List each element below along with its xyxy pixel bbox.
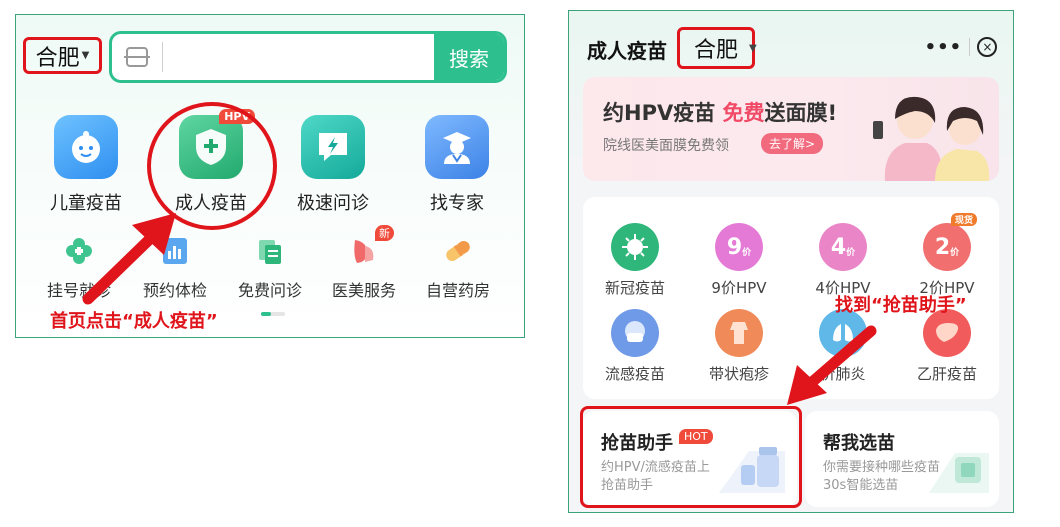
promo-banner[interactable]: 约HPV疫苗 免费送面膜! 院线医美面膜免费领 去了解> [583, 77, 999, 181]
banner-learn-more-button[interactable]: 去了解> [761, 133, 824, 154]
entry-beauty[interactable]: 新 医美服务 [314, 225, 414, 301]
banner-title-post: 送面膜! [764, 101, 838, 125]
entry-find-expert[interactable]: 找专家 [402, 115, 512, 215]
vaccine-hpv4[interactable]: 4价 4价HPV [791, 223, 895, 298]
step-instruction: 找到“抢苗助手” [835, 295, 967, 316]
search-button[interactable]: 搜索 [434, 34, 504, 80]
search-input[interactable] [162, 42, 434, 72]
valence-digit: 2 [934, 234, 951, 260]
valence-digit: 9 [726, 234, 743, 260]
vaccine-label: 带状疱疹 [708, 365, 769, 383]
entry-label: 找专家 [430, 193, 484, 214]
more-icon[interactable]: ••• [925, 37, 963, 58]
highlight-rush-box [580, 406, 802, 508]
vaccine-shingles[interactable]: 带状疱疹 [687, 309, 791, 384]
hpv-9-icon: 9价 [715, 223, 763, 271]
pill-icon [442, 235, 474, 267]
card-subtitle: 你需要接种哪些疫苗30s智能选苗 [823, 460, 941, 493]
hpv-2-icon: 2价 现货 [923, 213, 977, 271]
miniapp-capsule: ••• × [921, 31, 1001, 63]
city-selector[interactable]: 合肥 [677, 27, 755, 69]
city-label: 合肥 [35, 45, 80, 71]
city-label: 合肥 [693, 38, 738, 63]
vaccine-hpv2[interactable]: 2价 现货 2价HPV [895, 213, 999, 298]
page-title: 成人疫苗 [587, 39, 667, 63]
scan-icon[interactable] [124, 47, 150, 67]
vaccine-label: 流感疫苗 [604, 365, 665, 383]
virus-icon [611, 223, 659, 271]
valence-unit: 价 [950, 247, 960, 258]
banner-title-pre: 约HPV疫苗 [603, 101, 723, 125]
entry-label: 自营药房 [425, 281, 490, 300]
stacked-docs-icon [254, 235, 286, 267]
home-screen-panel: 合肥 ▼ 搜索 儿童疫苗 HPV 成人疫苗 极速问诊 找专家 挂号就诊 预约体检… [15, 14, 525, 338]
in-stock-badge: 现货 [950, 213, 977, 226]
valence-unit: 价 [846, 247, 856, 258]
vaccine-hpv9[interactable]: 9价 9价HPV [687, 223, 791, 298]
caret-down-icon: ▼ [81, 50, 90, 61]
vaccine-covid[interactable]: 新冠疫苗 [583, 223, 687, 298]
banner-title-highlight: 免费 [722, 101, 765, 125]
doctor-icon [425, 115, 489, 179]
valence-unit: 价 [742, 247, 752, 258]
red-arrow-icon [82, 213, 176, 305]
entry-free-consult[interactable]: 免费问诊 [220, 235, 320, 301]
vaccine-label: 9价HPV [711, 279, 767, 297]
vaccine-flu[interactable]: 流感疫苗 [583, 309, 687, 384]
vaccine-label: 新冠疫苗 [604, 279, 665, 297]
chat-lightning-icon [301, 115, 365, 179]
vaccine-hepatitis-b[interactable]: 乙肝疫苗 [895, 309, 999, 384]
vaccine-label: 乙肝疫苗 [916, 365, 977, 383]
step-instruction: 首页点击“成人疫苗” [50, 311, 218, 332]
entry-pharmacy[interactable]: 自营药房 [408, 235, 508, 301]
entry-quick-consult[interactable]: 极速问诊 [278, 115, 388, 215]
entry-child-vaccine[interactable]: 儿童疫苗 [31, 115, 141, 215]
entry-label: 极速问诊 [297, 193, 369, 214]
valence-digit: 4 [830, 234, 847, 260]
hpv-4-icon: 4价 [819, 223, 867, 271]
capsule-divider [969, 38, 971, 56]
banner-title: 约HPV疫苗 免费送面膜! [603, 97, 837, 127]
new-badge: 新 [375, 225, 394, 241]
search-bar[interactable]: 搜索 [109, 31, 507, 83]
entry-label: 医美服务 [331, 281, 396, 300]
vaccine-box-icon [929, 453, 989, 493]
close-icon[interactable]: × [977, 37, 998, 57]
beauty-face-icon: 新 [348, 225, 394, 267]
baby-face-icon [54, 115, 118, 179]
women-illustration-icon [873, 96, 990, 181]
mask-face-icon [611, 309, 659, 357]
caret-down-icon[interactable]: ▼ [749, 43, 757, 54]
body-icon [715, 309, 763, 357]
banner-subtitle: 院线医美面膜免费领 [603, 138, 729, 154]
card-pick-vaccine[interactable]: 帮我选苗 你需要接种哪些疫苗30s智能选苗 [805, 411, 999, 507]
red-arrow-icon [787, 325, 877, 405]
card-title: 帮我选苗 [823, 433, 895, 454]
page-indicator [261, 312, 285, 316]
city-selector[interactable]: 合肥 ▼ [23, 37, 102, 74]
entry-label: 免费问诊 [237, 281, 302, 300]
